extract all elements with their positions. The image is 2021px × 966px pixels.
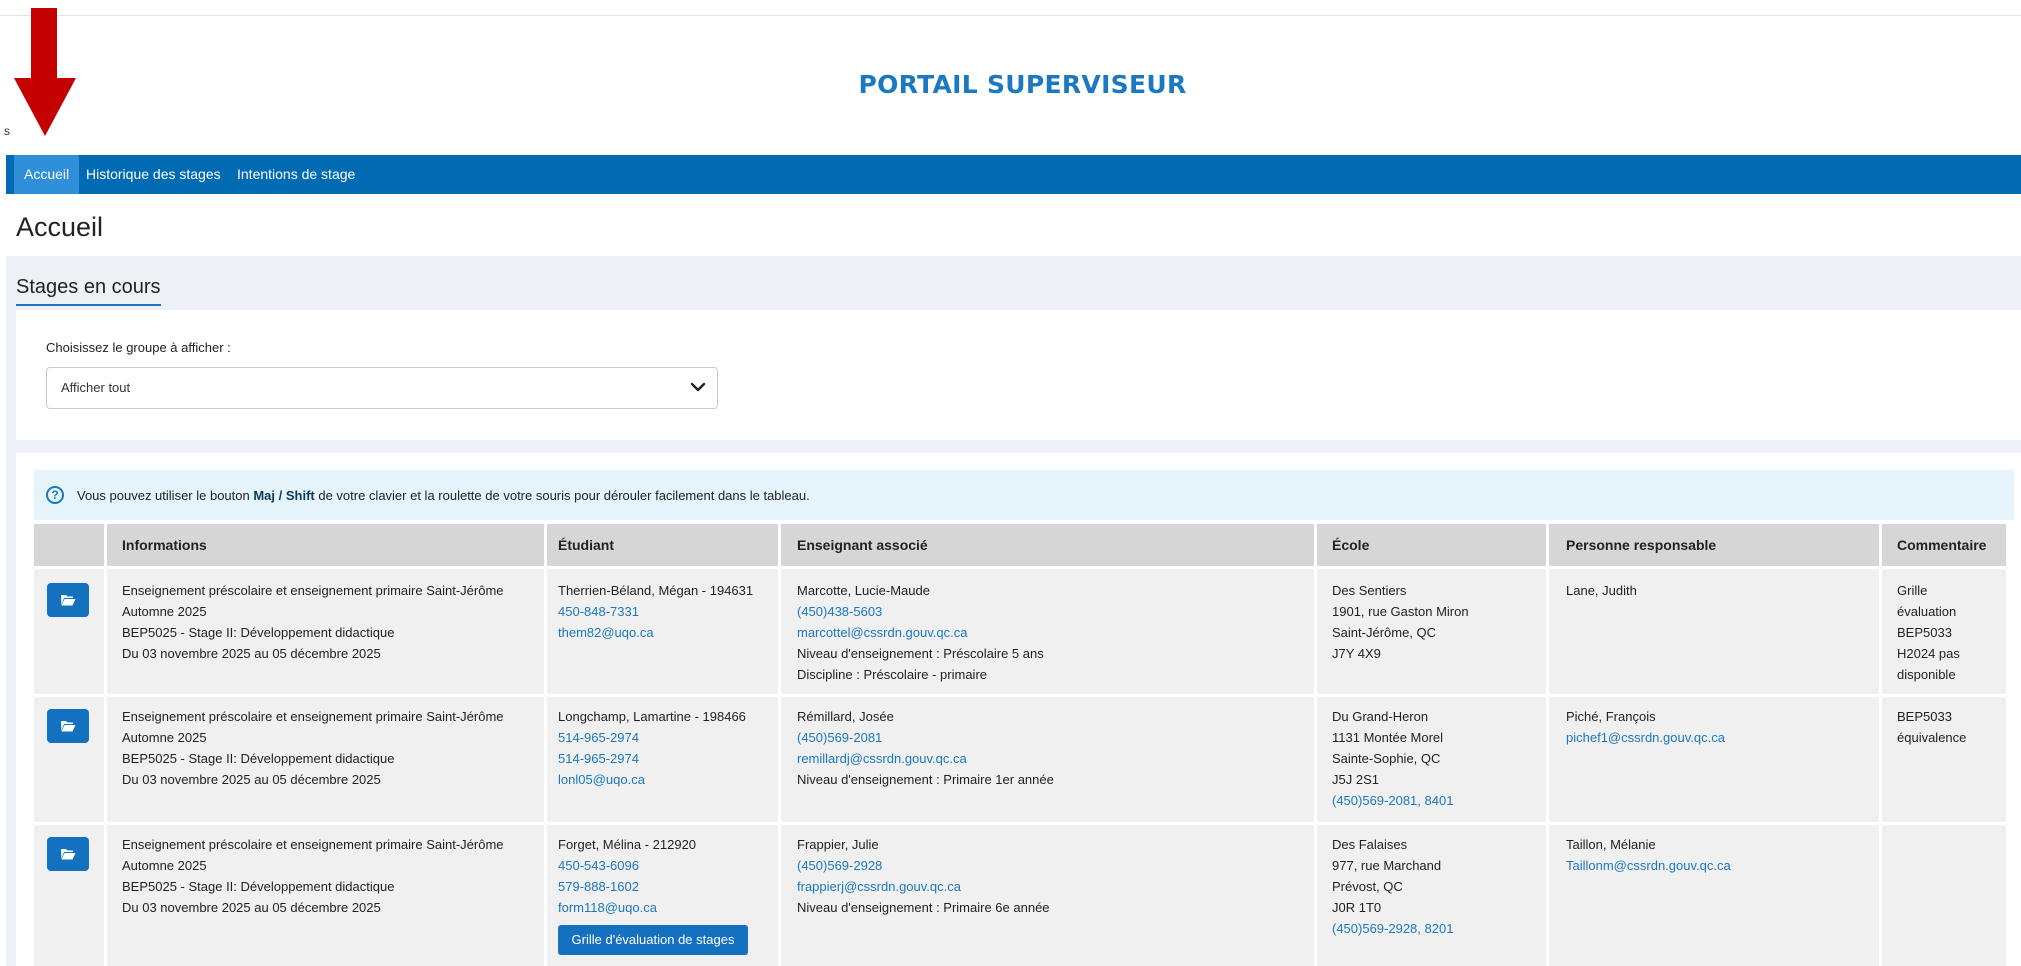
top-divider (0, 15, 2021, 16)
row-2-ecole: Du Grand-Heron 1131 Montée Morel Sainte-… (1332, 706, 1453, 811)
row-3-enseignant: Frappier, Julie (450)569-2928 frappierj@… (797, 834, 1050, 918)
responsible-email-link[interactable]: Taillonm@cssrdn.gouv.qc.ca (1566, 855, 1731, 876)
info-banner-text: Vous pouvez utiliser le bouton Maj / Shi… (77, 488, 810, 503)
student-name: Longchamp, Lamartine - 198466 (558, 709, 746, 724)
row-2-enseignant: Rémillard, Josée (450)569-2081 remillard… (797, 706, 1054, 790)
responsible-email-link[interactable]: pichef1@cssrdn.gouv.qc.ca (1566, 727, 1725, 748)
column-header-etudiant[interactable]: Étudiant (558, 524, 614, 566)
open-folder-button[interactable] (47, 709, 89, 743)
teacher-email-link[interactable]: remillardj@cssrdn.gouv.qc.ca (797, 748, 1054, 769)
student-phone-link[interactable]: 514-965-2974 (558, 727, 746, 748)
student-phone-link[interactable]: 450-848-7331 (558, 601, 753, 622)
nav-item-intentions[interactable]: Intentions de stage (227, 155, 365, 194)
student-phone-link[interactable]: 450-543-6096 (558, 855, 696, 876)
chevron-down-icon (690, 382, 706, 392)
evaluation-grid-button[interactable]: Grille d'évaluation de stages (558, 925, 748, 955)
teacher-name: Marcotte, Lucie-Maude (797, 583, 930, 598)
group-filter-label: Choisissez le groupe à afficher : (46, 340, 231, 355)
help-icon: ? (46, 486, 64, 504)
row-1-enseignant: Marcotte, Lucie-Maude (450)438-5603 marc… (797, 580, 1044, 685)
row-3-ecole: Des Falaises 977, rue Marchand Prévost, … (1332, 834, 1453, 939)
column-header-responsable[interactable]: Personne responsable (1566, 524, 1716, 566)
column-header-commentaire[interactable]: Commentaire (1897, 524, 1986, 566)
teacher-name: Rémillard, Josée (797, 709, 894, 724)
student-phone-link[interactable]: 514-965-2974 (558, 748, 746, 769)
nav-item-historique[interactable]: Historique des stages (76, 155, 231, 194)
row-1-ecole: Des Sentiers 1901, rue Gaston Miron Sain… (1332, 583, 1469, 661)
teacher-phone-link[interactable]: (450)438-5603 (797, 601, 1044, 622)
page-title: Accueil (16, 212, 104, 242)
row-2-etudiant: Longchamp, Lamartine - 198466 514-965-29… (558, 706, 746, 790)
row-2-informations: Enseignement préscolaire et enseignement… (122, 709, 504, 787)
folder-open-icon (61, 595, 76, 606)
row-3-etudiant: Forget, Mélina - 212920 450-543-6096 579… (558, 834, 696, 918)
student-email-link[interactable]: form118@uqo.ca (558, 897, 696, 918)
stray-character: s (4, 124, 10, 138)
row-3-responsable: Taillon, Mélanie Taillonm@cssrdn.gouv.qc… (1566, 834, 1731, 876)
student-name: Forget, Mélina - 212920 (558, 837, 697, 852)
folder-open-icon (61, 849, 76, 860)
student-name: Therrien-Béland, Mégan - 194631 (558, 583, 754, 598)
group-select-value: Afficher tout (61, 380, 131, 395)
student-phone-link[interactable]: 579-888-1602 (558, 876, 696, 897)
row-2-commentaire: BEP5033 équivalence (1897, 709, 1967, 745)
row-2-responsable: Piché, François pichef1@cssrdn.gouv.qc.c… (1566, 706, 1725, 748)
school-phone-link[interactable]: (450)569-2081, 8401 (1332, 790, 1453, 811)
open-folder-button[interactable] (47, 837, 89, 871)
teacher-phone-link[interactable]: (450)569-2081 (797, 727, 1054, 748)
open-folder-button[interactable] (47, 583, 89, 617)
info-banner-bold: Maj / Shift (253, 488, 315, 503)
teacher-email-link[interactable]: marcottel@cssrdn.gouv.qc.ca (797, 622, 1044, 643)
column-header-ecole[interactable]: École (1332, 524, 1369, 566)
student-email-link[interactable]: lonl05@uqo.ca (558, 769, 746, 790)
row-1-informations: Enseignement préscolaire et enseignement… (122, 583, 504, 661)
row-1-responsable: Lane, Judith (1566, 583, 1637, 598)
row-3-informations: Enseignement préscolaire et enseignement… (122, 837, 504, 915)
folder-open-icon (61, 721, 76, 732)
teacher-email-link[interactable]: frappierj@cssrdn.gouv.qc.ca (797, 876, 1050, 897)
main-navbar: Accueil Historique des stages Intentions… (6, 155, 2021, 194)
school-phone-link[interactable]: (450)569-2928, 8201 (1332, 918, 1453, 939)
row-1-etudiant: Therrien-Béland, Mégan - 194631 450-848-… (558, 580, 753, 643)
header-cell-action (34, 524, 104, 566)
row-1-commentaire: Grille évaluation BEP5033 H2024 pas disp… (1897, 583, 1960, 682)
nav-item-accueil[interactable]: Accueil (14, 155, 80, 194)
section-title: Stages en cours (16, 276, 161, 306)
group-select[interactable]: Afficher tout (46, 367, 718, 409)
teacher-name: Frappier, Julie (797, 837, 879, 852)
teacher-phone-link[interactable]: (450)569-2928 (797, 855, 1050, 876)
column-header-enseignant[interactable]: Enseignant associé (797, 524, 928, 566)
student-email-link[interactable]: them82@uqo.ca (558, 622, 753, 643)
column-header-informations[interactable]: Informations (122, 524, 207, 566)
portal-title: PORTAIL SUPERVISEUR (858, 70, 1187, 99)
